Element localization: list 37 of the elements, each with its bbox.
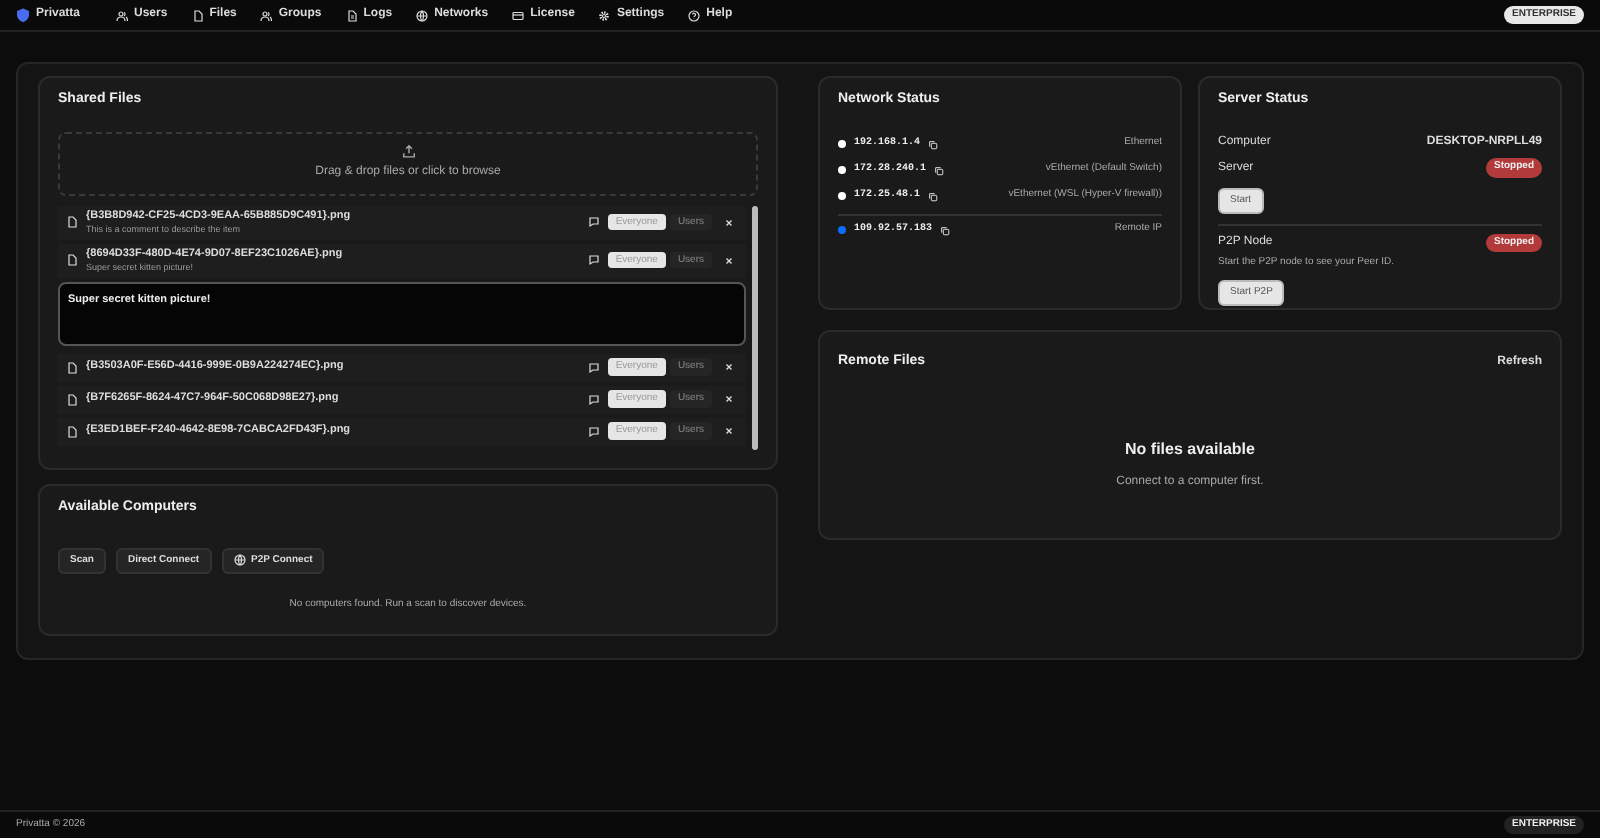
users-icon (260, 9, 273, 21)
document-icon (345, 9, 358, 21)
comment-icon[interactable] (587, 254, 600, 266)
copy-icon[interactable] (928, 139, 939, 149)
close-button[interactable] (720, 426, 738, 436)
file-icon (191, 9, 204, 21)
file-icon (66, 216, 78, 228)
close-button[interactable] (720, 394, 738, 404)
upload-icon (401, 144, 415, 158)
file-icon (66, 254, 78, 266)
close-icon (724, 394, 734, 404)
close-icon (724, 426, 734, 436)
comment-icon[interactable] (587, 361, 600, 373)
close-icon (724, 362, 734, 372)
globe-icon (233, 554, 246, 567)
comment-icon[interactable] (587, 393, 600, 405)
close-button[interactable] (720, 217, 738, 227)
copy-icon[interactable] (928, 191, 939, 201)
globe-icon (416, 9, 429, 21)
scrollbar[interactable] (752, 205, 758, 449)
close-icon (724, 217, 734, 227)
file-icon (66, 361, 78, 373)
help-icon (688, 9, 701, 21)
comment-icon[interactable] (587, 216, 600, 228)
settings-icon (598, 9, 611, 21)
close-icon (724, 255, 734, 265)
users-icon (116, 9, 129, 21)
file-icon (66, 393, 78, 405)
file-icon (66, 425, 78, 437)
close-button[interactable] (720, 362, 738, 372)
card-icon (512, 9, 525, 21)
copy-icon[interactable] (940, 225, 951, 235)
comment-icon[interactable] (587, 425, 600, 437)
empty-title: No files available (1123, 437, 1257, 461)
shield-icon (16, 8, 30, 22)
copy-icon[interactable] (934, 165, 945, 175)
close-button[interactable] (720, 255, 738, 265)
